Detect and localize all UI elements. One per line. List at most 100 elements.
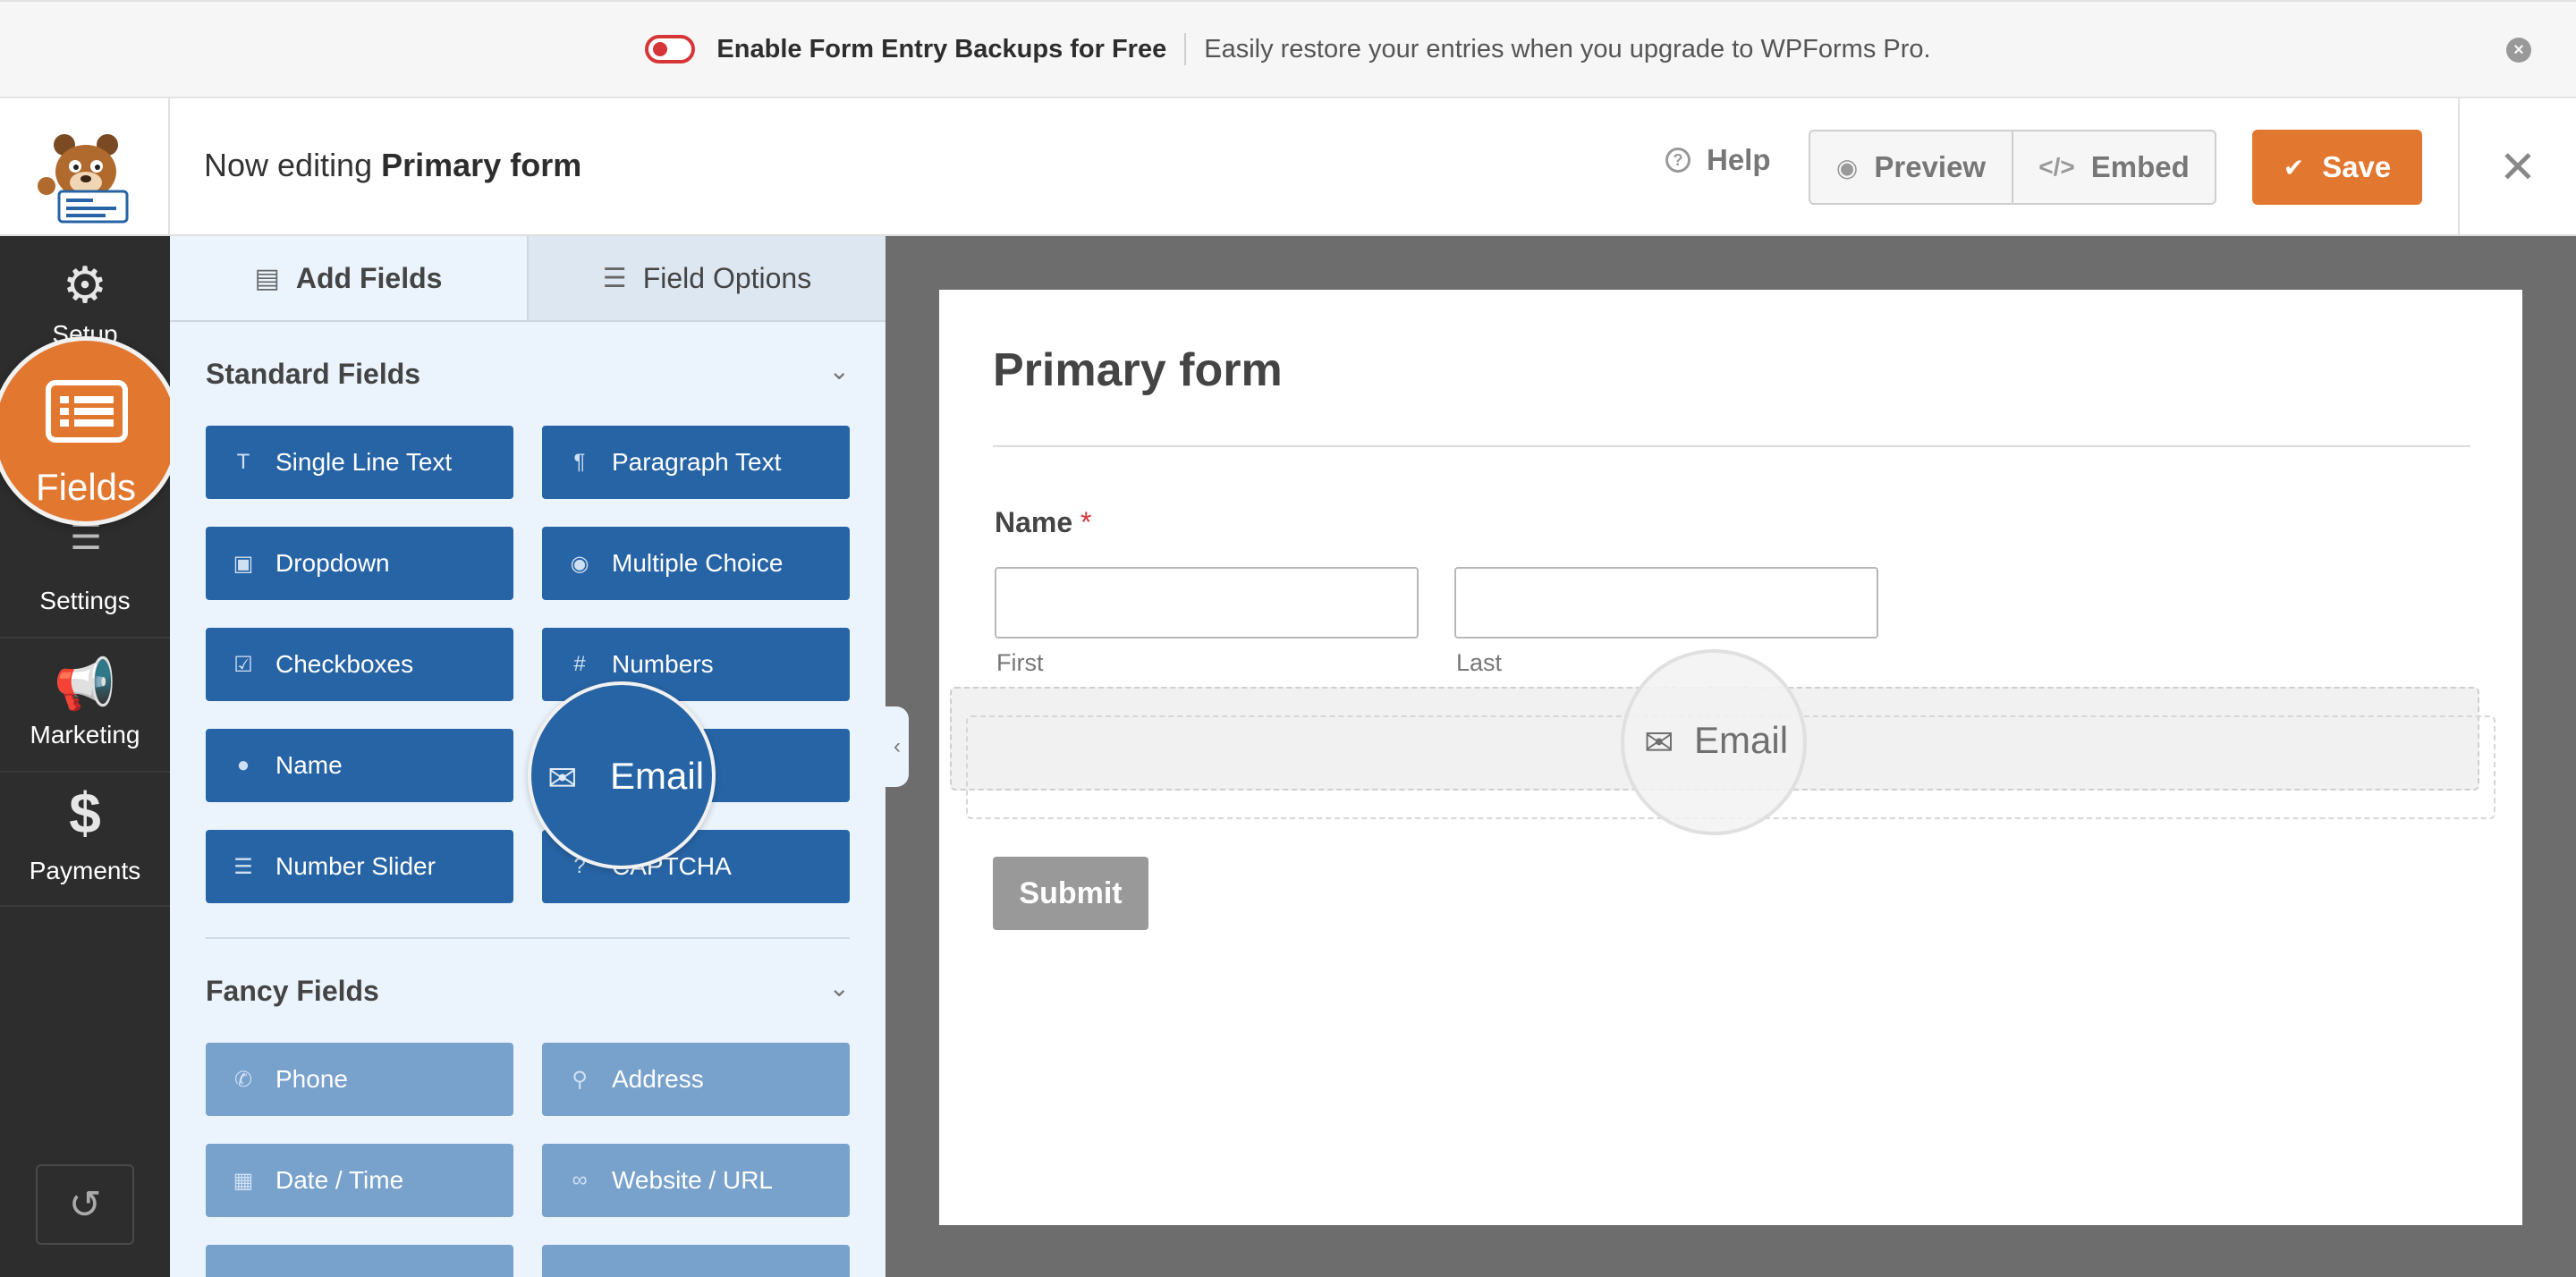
sidebar-item-label: Payments: [29, 857, 141, 884]
user-icon: ●: [236, 753, 250, 777]
page-title: Now editing Primary form: [204, 147, 581, 184]
button-label: Phone: [275, 1065, 348, 1093]
button-label: Paragraph Text: [612, 448, 782, 476]
first-name-input[interactable]: [995, 567, 1419, 638]
sidebar-item-label: Fields: [35, 466, 137, 508]
form-title-divider: [993, 445, 2470, 447]
collapse-panel-button[interactable]: ‹: [886, 706, 909, 787]
add-paragraph-text-button[interactable]: ¶ Paragraph Text: [542, 426, 850, 499]
button-label: Email: [610, 755, 705, 797]
backup-toggle[interactable]: [645, 35, 696, 63]
radio-icon: ◉: [570, 551, 589, 576]
paragraph-icon: ¶: [573, 450, 586, 474]
form-title: Primary form: [993, 344, 1283, 396]
notice-divider: [1184, 33, 1187, 65]
preview-label: Preview: [1874, 150, 1987, 183]
chevron-down-icon[interactable]: ⌄: [829, 356, 850, 385]
embed-button[interactable]: </> Embed: [2012, 131, 2215, 203]
button-label: Address: [612, 1065, 704, 1093]
tab-field-options[interactable]: ☰ Field Options: [527, 236, 886, 320]
save-label: Save: [2322, 150, 2392, 183]
button-label: Multiple Choice: [612, 549, 784, 577]
sidebar-item-setup[interactable]: ⚙ Setup: [0, 236, 170, 348]
link-icon: ∞: [572, 1168, 588, 1192]
notice-title: Enable Form Entry Backups for Free: [716, 34, 1167, 63]
envelope-icon: ✉: [547, 759, 578, 799]
eye-icon: ◉: [1835, 153, 1859, 182]
close-icon[interactable]: ×: [2506, 38, 2531, 63]
button-label: Checkboxes: [275, 650, 414, 678]
tab-label: Field Options: [642, 261, 812, 294]
close-icon: ✕: [2499, 142, 2537, 192]
tab-label: Add Fields: [295, 261, 443, 294]
add-single-line-text-button[interactable]: T Single Line Text: [206, 426, 513, 499]
button-label: Website / URL: [612, 1166, 773, 1194]
calendar-icon: ▦: [233, 1168, 254, 1193]
preview-embed-group: ◉ Preview </> Embed: [1809, 130, 2216, 205]
first-sublabel: First: [996, 649, 1044, 676]
history-icon: ↺: [68, 1182, 102, 1227]
code-icon: </>: [2038, 153, 2075, 181]
add-date-time-button[interactable]: ▦ Date / Time: [206, 1144, 513, 1217]
add-checkboxes-button[interactable]: ☑ Checkboxes: [206, 628, 513, 701]
last-sublabel: Last: [1456, 649, 1503, 676]
revisions-button[interactable]: ↺: [36, 1164, 134, 1245]
fancy-fields-heading[interactable]: Fancy Fields: [206, 975, 379, 1008]
sidebar-item-label: Settings: [39, 587, 131, 614]
wpforms-logo: [0, 98, 170, 236]
embed-label: Embed: [2090, 150, 2190, 183]
close-builder-button[interactable]: ✕: [2458, 98, 2576, 236]
email-field-highlight[interactable]: ✉ Email: [528, 681, 716, 869]
list-icon: [46, 380, 128, 443]
add-password-button[interactable]: [542, 1245, 850, 1277]
check-icon: ✔: [2283, 153, 2305, 182]
list-icon: ▤: [254, 263, 280, 293]
sidebar-item-payments[interactable]: $ Payments: [0, 773, 170, 907]
gear-icon: ⚙: [62, 257, 108, 313]
sidebar-item-fields[interactable]: Fields: [0, 336, 181, 526]
preview-button[interactable]: ◉ Preview: [1810, 131, 2012, 203]
sliders-icon: ☰: [602, 263, 627, 293]
last-name-input[interactable]: [1454, 567, 1878, 638]
map-pin-icon: ⚲: [572, 1067, 588, 1092]
sidebar-item-label: Marketing: [30, 721, 140, 748]
hash-icon: #: [573, 652, 586, 676]
add-name-button[interactable]: ● Name: [206, 729, 513, 802]
add-dropdown-button[interactable]: ▣ Dropdown: [206, 527, 513, 600]
add-multiple-choice-button[interactable]: ◉ Multiple Choice: [542, 527, 850, 600]
button-label: Single Line Text: [275, 448, 453, 476]
name-field-label[interactable]: Name *: [995, 506, 1092, 539]
add-file-upload-button[interactable]: [206, 1245, 513, 1277]
tab-add-fields[interactable]: ▤ Add Fields: [170, 236, 527, 320]
panel-tabs: ▤ Add Fields ☰ Field Options: [170, 236, 886, 322]
envelope-icon: ✉: [1644, 723, 1674, 763]
chevron-left-icon: ‹: [894, 734, 901, 758]
button-label: Numbers: [612, 650, 714, 678]
sidebar-item-marketing[interactable]: 📢 Marketing: [0, 638, 170, 773]
button-label: Number Slider: [275, 852, 436, 880]
add-number-slider-button[interactable]: ☰ Number Slider: [206, 830, 513, 903]
section-divider: [206, 937, 850, 939]
upgrade-notice-bar: Enable Form Entry Backups for Free Easil…: [0, 0, 2576, 98]
add-website-url-button[interactable]: ∞ Website / URL: [542, 1144, 850, 1217]
dollar-icon: $: [69, 781, 101, 845]
help-link[interactable]: ? Help: [1665, 143, 1771, 177]
name-label-text: Name: [995, 506, 1073, 538]
checkbox-icon: ☑: [233, 652, 253, 677]
dragging-email-field[interactable]: ✉ Email: [1621, 649, 1807, 835]
add-phone-button[interactable]: ✆ Phone: [206, 1043, 513, 1116]
text-icon: T: [236, 450, 250, 474]
help-label: Help: [1707, 143, 1771, 176]
save-button[interactable]: ✔ Save: [2252, 130, 2422, 205]
add-address-button[interactable]: ⚲ Address: [542, 1043, 850, 1116]
submit-button[interactable]: Submit: [993, 857, 1148, 930]
chevron-down-icon[interactable]: ⌄: [829, 973, 850, 1002]
phone-icon: ✆: [233, 1067, 253, 1092]
dropdown-icon: ▣: [233, 551, 254, 576]
form-name: Primary form: [381, 147, 582, 183]
fields-panel: ▤ Add Fields ☰ Field Options Standard Fi…: [170, 236, 886, 1277]
standard-fields-heading[interactable]: Standard Fields: [206, 358, 420, 391]
megaphone-icon: 📢: [54, 655, 116, 712]
dragging-field-label: Email: [1694, 719, 1789, 761]
notice-text: Easily restore your entries when you upg…: [1204, 34, 1931, 63]
